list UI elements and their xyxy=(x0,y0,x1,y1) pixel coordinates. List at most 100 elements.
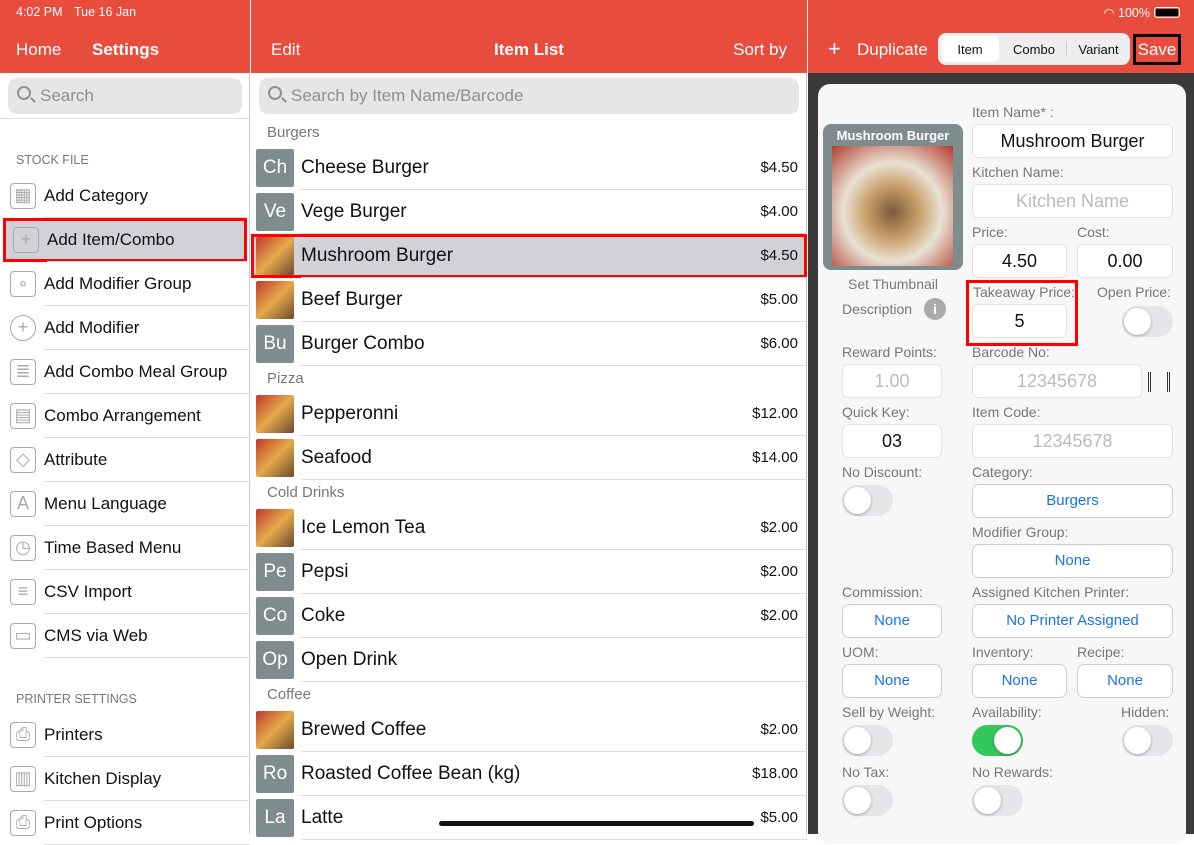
item-price: $5.00 xyxy=(760,291,798,308)
item-thumbnail xyxy=(256,237,294,275)
item-row[interactable]: Pe Pepsi $2.00 xyxy=(251,550,807,594)
item-name: Beef Burger xyxy=(301,289,403,310)
uom-button[interactable]: None xyxy=(842,664,942,698)
item-row[interactable]: Co Coke $2.00 xyxy=(251,594,807,638)
item-name: Roasted Coffee Bean (kg) xyxy=(301,763,521,784)
item-thumbnail xyxy=(256,281,294,319)
item-name-input[interactable]: Mushroom Burger xyxy=(972,124,1173,158)
duplicate-button[interactable]: Duplicate xyxy=(857,40,928,60)
item-initials: Bu xyxy=(256,325,294,363)
add-icon[interactable]: + xyxy=(828,36,841,62)
price-input[interactable]: 4.50 xyxy=(972,244,1067,278)
item-row[interactable]: Seafood $14.00 xyxy=(251,436,807,480)
item-code-label: Item Code: xyxy=(972,404,1041,420)
settings-search-input[interactable]: Search xyxy=(8,78,242,114)
item-price: $12.00 xyxy=(752,405,798,422)
quick-key-input[interactable]: 03 xyxy=(842,424,942,458)
item-form: Mushroom Burger Set Thumbnail Descriptio… xyxy=(818,84,1186,844)
segment-item[interactable]: Item xyxy=(941,42,999,57)
sidebar-item-cms-via-web[interactable]: ▭ CMS via Web xyxy=(0,614,250,658)
category-button[interactable]: Burgers xyxy=(972,484,1173,518)
no-discount-toggle[interactable] xyxy=(842,485,893,516)
sidebar-item-kitchen-display[interactable]: ▥ Kitchen Display xyxy=(0,757,250,801)
item-row[interactable]: Ve Vege Burger $4.00 xyxy=(251,190,807,234)
item-row[interactable]: Mushroom Burger $4.50 xyxy=(251,234,807,278)
no-rewards-toggle[interactable] xyxy=(972,785,1023,816)
open-price-label: Open Price: xyxy=(1097,284,1171,300)
item-thumbnail xyxy=(256,395,294,433)
item-row[interactable]: Pepperonni $12.00 xyxy=(251,392,807,436)
sell-by-weight-toggle[interactable] xyxy=(842,725,893,756)
sidebar-item-printers[interactable]: ⎙ Printers xyxy=(0,713,250,757)
sidebar-item-add-combo-meal-group[interactable]: ≣ Add Combo Meal Group xyxy=(0,350,250,394)
sidebar-item-add-category[interactable]: ▦ Add Category xyxy=(0,174,250,218)
category-grid-icon: ▦ xyxy=(10,183,36,209)
type-segmented-control[interactable]: Item Combo Variant xyxy=(938,33,1130,65)
item-price: $14.00 xyxy=(752,449,798,466)
sidebar-item-add-item-combo[interactable]: + Add Item/Combo xyxy=(3,218,247,262)
item-initials: Pe xyxy=(256,553,294,591)
search-placeholder: Search xyxy=(40,86,94,105)
cost-input[interactable]: 0.00 xyxy=(1077,244,1173,278)
clock-icon: ◷ xyxy=(10,535,36,561)
reward-points-input[interactable]: 1.00 xyxy=(842,364,942,398)
kitchen-name-input[interactable]: Kitchen Name xyxy=(972,184,1173,218)
item-price: $2.00 xyxy=(760,519,798,536)
open-price-toggle[interactable] xyxy=(1122,306,1173,337)
sidebar-item-label: Print Options xyxy=(44,813,143,832)
item-code-input[interactable]: 12345678 xyxy=(972,424,1173,458)
sidebar-item-add-modifier-group[interactable]: ∘ Add Modifier Group xyxy=(0,262,250,306)
item-price: $2.00 xyxy=(760,721,798,738)
item-name: Coke xyxy=(301,605,346,626)
hidden-toggle[interactable] xyxy=(1122,725,1173,756)
commission-button[interactable]: None xyxy=(842,604,942,638)
inventory-button[interactable]: None xyxy=(972,664,1067,698)
item-name: Latte xyxy=(301,807,344,828)
kitchen-printer-button[interactable]: No Printer Assigned xyxy=(972,604,1173,638)
barcode-scan-icon[interactable] xyxy=(1148,372,1170,392)
item-row[interactable]: Ch Cheese Burger $4.50 xyxy=(251,146,807,190)
sidebar-item-add-modifier[interactable]: + Add Modifier xyxy=(0,306,250,350)
info-icon[interactable]: i xyxy=(924,298,946,320)
set-thumbnail-link[interactable]: Set Thumbnail xyxy=(818,276,968,292)
quick-key-label: Quick Key: xyxy=(842,404,910,420)
sidebar-item-combo-arrangement[interactable]: ▤ Combo Arrangement xyxy=(0,394,250,438)
item-detail-panel: ◠ 100% + Duplicate Item Combo Variant Sa… xyxy=(808,0,1194,844)
item-row[interactable]: Bu Burger Combo $6.00 xyxy=(251,322,807,366)
sidebar-item-attribute[interactable]: ◇ Attribute xyxy=(0,438,250,482)
item-list-panel: Edit Item List Sort by Search by Item Na… xyxy=(251,0,807,840)
print-options-icon: ⎙ xyxy=(10,810,36,836)
segment-combo[interactable]: Combo xyxy=(1002,42,1066,57)
segment-variant[interactable]: Variant xyxy=(1066,42,1130,57)
availability-toggle[interactable] xyxy=(972,725,1023,756)
item-row[interactable]: Beef Burger $5.00 xyxy=(251,278,807,322)
availability-label: Availability: xyxy=(972,704,1042,720)
sidebar-item-time-based-menu[interactable]: ◷ Time Based Menu xyxy=(0,526,250,570)
item-row[interactable]: Ice Lemon Tea $2.00 xyxy=(251,506,807,550)
sidebar-item-label: Attribute xyxy=(44,450,108,469)
uom-label: UOM: xyxy=(842,644,879,660)
price-label: Price: xyxy=(972,224,1008,240)
sort-by-button[interactable]: Sort by xyxy=(733,40,787,60)
save-button[interactable]: Save xyxy=(1133,34,1181,65)
item-price: $2.00 xyxy=(760,563,798,580)
sidebar-item-print-options[interactable]: ⎙ Print Options xyxy=(0,801,250,845)
item-name: Burger Combo xyxy=(301,333,425,354)
no-rewards-label: No Rewards: xyxy=(972,764,1053,780)
sidebar-item-csv-import[interactable]: ≡ CSV Import xyxy=(0,570,250,614)
item-row[interactable]: Ro Roasted Coffee Bean (kg) $18.00 xyxy=(251,752,807,796)
item-row[interactable]: La Latte $5.00 xyxy=(251,796,807,840)
search-icon xyxy=(17,86,31,100)
no-tax-toggle[interactable] xyxy=(842,785,893,816)
item-thumbnail[interactable]: Mushroom Burger xyxy=(823,124,963,270)
item-row[interactable]: Op Open Drink xyxy=(251,638,807,682)
recipe-button[interactable]: None xyxy=(1077,664,1173,698)
takeaway-price-input[interactable]: 5 xyxy=(972,304,1067,338)
sidebar-item-label: Add Modifier xyxy=(44,318,140,337)
barcode-input[interactable]: 12345678 xyxy=(972,364,1142,398)
home-button[interactable]: Home xyxy=(16,40,61,60)
modifier-group-button[interactable]: None xyxy=(972,544,1173,578)
item-search-input[interactable]: Search by Item Name/Barcode xyxy=(259,78,799,114)
item-row[interactable]: Brewed Coffee $2.00 xyxy=(251,708,807,752)
sidebar-item-menu-language[interactable]: A Menu Language xyxy=(0,482,250,526)
